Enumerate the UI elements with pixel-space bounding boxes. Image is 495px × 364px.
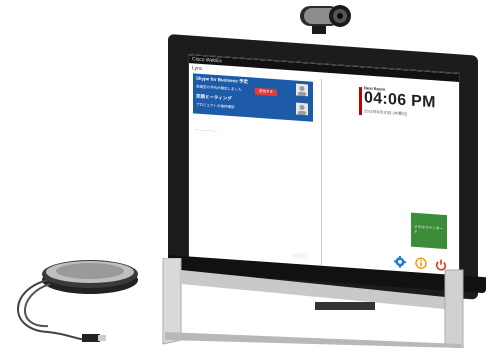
window-title: Cisco WebEx [192, 56, 222, 65]
avatar-icon [296, 83, 308, 97]
usb-cable [17, 279, 106, 342]
meeting-panel-line2: プロジェクトの進捗確認 [196, 102, 235, 110]
red-accent-bar [359, 86, 362, 116]
meeting-title: 定期ミーティング [196, 93, 232, 102]
whiteboard-tile[interactable]: メモ/ホワイトボード [411, 212, 447, 250]
avatar-icon [296, 102, 308, 116]
meeting-panel-line1: 会議室の予約が確定しました [196, 84, 242, 92]
meeting-panel[interactable]: Skype for Business 予定 会議室の予約が確定しました 参加する… [193, 73, 313, 122]
meeting-panel-title: Skype for Business 予定 [196, 75, 249, 85]
app-logo: Lync [192, 65, 203, 73]
whiteboard-tile-label: メモ/ホワイトボード [414, 224, 443, 235]
monitor-screen: Cisco WebEx Lync Skype for Business 予定 会… [188, 54, 460, 281]
join-button[interactable]: 参加する [255, 87, 277, 97]
screen-divider [321, 78, 322, 269]
list-item: — — — — — — [195, 127, 218, 134]
webcam [300, 5, 351, 34]
monitor-stand [162, 258, 464, 348]
